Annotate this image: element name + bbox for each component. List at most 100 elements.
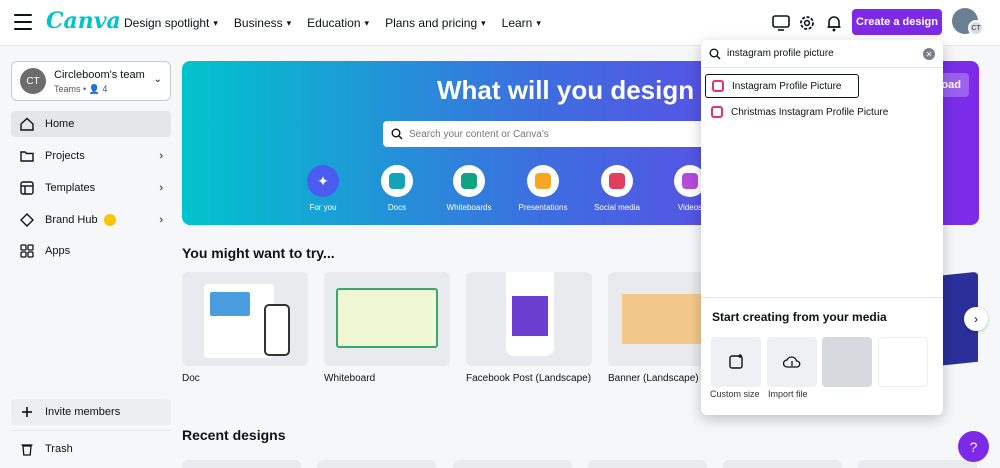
category-label: Videos (677, 203, 703, 212)
close-icon: ✕ (925, 49, 933, 59)
category-social-media[interactable]: Social media (582, 165, 652, 212)
chevron-down-icon: ⌄ (153, 74, 162, 85)
search-result-label: Instagram Profile Picture (732, 80, 842, 92)
search-result[interactable]: Instagram Profile Picture (705, 74, 859, 98)
whiteboard-thumbnail (336, 288, 438, 348)
recent-design-card[interactable] (317, 460, 436, 468)
chevron-down-icon: ▾ (481, 17, 486, 28)
chevron-down-icon: ▾ (286, 17, 292, 28)
doc-thumbnail-accent (210, 292, 250, 316)
invite-members-label: Invite members (45, 406, 121, 418)
card-label: Doc (182, 373, 200, 384)
sidebar-item-label: Projects (45, 150, 85, 162)
sidebar-item-label: Apps (45, 245, 71, 257)
help-button[interactable]: ? (958, 431, 989, 462)
chevron-right-icon: › (159, 150, 163, 162)
chevron-down-icon: ▾ (213, 17, 218, 28)
invite-members-button[interactable]: Invite members (11, 399, 171, 425)
recent-design-card[interactable] (858, 460, 977, 468)
clear-search-button[interactable]: ✕ (923, 48, 935, 60)
team-avatar: CT (20, 68, 46, 94)
post-thumbnail (512, 296, 548, 336)
hero-search-input[interactable]: Search your content or Canva's (383, 121, 713, 147)
category-for-you[interactable]: ✦ For you (288, 165, 358, 212)
import-file-label: Import file (768, 389, 808, 399)
recent-design-card[interactable] (182, 460, 301, 468)
sidebar-item-label: Templates (45, 182, 96, 194)
instagram-icon (711, 106, 723, 118)
canva-logo[interactable]: Canva (46, 8, 121, 34)
chevron-down-icon: ▾ (364, 17, 370, 28)
category-whiteboards[interactable]: Whiteboards (434, 165, 504, 212)
design-card-doc[interactable] (182, 272, 308, 366)
sidebar-item-apps[interactable]: Apps (11, 238, 171, 264)
docs-icon (381, 165, 413, 197)
design-card-whiteboard[interactable] (324, 272, 450, 366)
upload-cloud-icon (783, 355, 801, 369)
plus-icon (19, 404, 35, 420)
suggestions-title: You might want to try... (182, 245, 335, 261)
search-icon (391, 128, 403, 140)
media-thumbnail[interactable] (878, 337, 928, 387)
bell-icon[interactable] (823, 12, 845, 34)
team-switcher[interactable]: CT Circleboom's team Teams • 👤 4 ⌄ (11, 61, 171, 101)
monitor-icon[interactable] (770, 12, 792, 34)
card-label: Facebook Post (Landscape) (466, 373, 592, 384)
brand-icon (19, 212, 35, 228)
instagram-icon (712, 80, 724, 92)
search-placeholder: Search your content or Canva's (409, 128, 549, 140)
category-label: Presentations (518, 203, 568, 212)
design-card-facebook-post[interactable] (466, 272, 592, 366)
nav-learn[interactable]: Learn ▾ (494, 16, 549, 30)
doc-phone-thumbnail (264, 304, 290, 356)
category-label: Social media (594, 203, 640, 212)
recent-design-card[interactable] (453, 460, 572, 468)
card-label: Banner (Landscape) (608, 373, 699, 384)
category-label: Whiteboards (446, 203, 492, 212)
sidebar-item-brand-hub[interactable]: Brand Hub › (11, 207, 171, 233)
trash-icon (19, 441, 35, 457)
home-icon (19, 116, 35, 132)
sidebar-item-label: Home (45, 118, 75, 130)
team-name: Circleboom's team (54, 69, 145, 81)
sparkle-icon: ✦ (307, 165, 339, 197)
presentation-icon (527, 165, 559, 197)
search-icon (709, 48, 721, 60)
sidebar-item-projects[interactable]: Projects › (11, 143, 171, 169)
sidebar-divider (11, 430, 171, 431)
category-docs[interactable]: Docs (362, 165, 432, 212)
sidebar-item-templates[interactable]: Templates › (11, 175, 171, 201)
resize-icon (728, 354, 744, 370)
chevron-down-icon: ▾ (536, 17, 541, 28)
search-input[interactable]: instagram profile picture (701, 40, 943, 68)
search-query: instagram profile picture (727, 48, 834, 59)
sidebar-item-home[interactable]: Home (11, 111, 171, 137)
import-file-button[interactable] (767, 337, 817, 387)
category-presentations[interactable]: Presentations (508, 165, 578, 212)
chevron-right-icon: › (159, 182, 163, 194)
nav-plans-pricing[interactable]: Plans and pricing ▾ (377, 16, 494, 30)
category-label: Docs (387, 203, 407, 212)
gear-icon[interactable] (796, 12, 818, 34)
nav-education[interactable]: Education ▾ (299, 16, 377, 30)
whiteboard-icon (453, 165, 485, 197)
media-thumbnail[interactable] (822, 337, 872, 387)
search-result[interactable]: Christmas Instagram Profile Picture (705, 100, 905, 124)
recent-design-card[interactable] (723, 460, 842, 468)
team-avatar-badge: CT (968, 20, 984, 36)
folder-icon (19, 148, 35, 164)
custom-size-button[interactable] (711, 337, 761, 387)
sidebar-item-label: Brand Hub (45, 214, 98, 226)
create-design-button[interactable]: Create a design (852, 9, 942, 35)
recent-design-card[interactable] (588, 460, 707, 468)
recent-designs-title: Recent designs (182, 427, 286, 443)
menu-icon[interactable] (14, 14, 32, 30)
category-label: For you (309, 203, 337, 212)
heart-icon (601, 165, 633, 197)
nav-design-spotlight[interactable]: Design spotlight ▾ (116, 16, 226, 30)
nav-business[interactable]: Business ▾ (226, 16, 299, 30)
chevron-right-icon: › (159, 214, 163, 226)
sidebar-item-trash[interactable]: Trash (11, 436, 171, 462)
sidebar-item-label: Trash (45, 443, 73, 455)
carousel-next-button[interactable]: › (964, 307, 988, 331)
